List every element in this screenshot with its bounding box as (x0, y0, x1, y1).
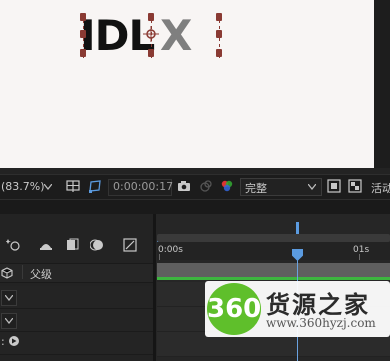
anchor-point-icon[interactable] (143, 26, 159, 42)
resolution-value: 完整 (245, 182, 267, 195)
ruler-tick (359, 254, 360, 260)
show-snapshot-icon[interactable] (199, 179, 213, 193)
column-divider (22, 265, 23, 279)
watermark-url: www.360hyzj.com (266, 316, 376, 330)
parent-select[interactable] (1, 313, 17, 329)
transform-handle[interactable] (148, 49, 154, 57)
pick-whip-icon[interactable] (8, 335, 20, 347)
mask-shape-path-icon[interactable] (88, 179, 102, 193)
transform-handle[interactable] (80, 49, 86, 57)
panel-separator (0, 200, 390, 214)
work-area-start-marker[interactable] (296, 222, 299, 234)
ruler-tick (159, 254, 160, 260)
transform-handle[interactable] (80, 13, 86, 21)
parent-select[interactable] (1, 290, 17, 306)
cube-3d-icon[interactable] (1, 267, 13, 279)
current-time[interactable]: 0:00:00:17 (113, 180, 173, 193)
watermark-site-name: 货源之家 (266, 291, 370, 319)
draft-3d-icon[interactable] (6, 238, 20, 252)
work-area-bar[interactable] (157, 234, 390, 242)
transform-handle[interactable] (80, 30, 86, 38)
region-of-interest-icon[interactable] (327, 179, 341, 193)
chevron-down-icon[interactable] (44, 184, 52, 190)
motion-blur-icon[interactable] (90, 238, 104, 252)
chevron-down-icon[interactable] (5, 295, 13, 301)
transform-handle[interactable] (216, 13, 222, 21)
zoom-level[interactable]: (83.7%) (1, 180, 45, 193)
ruler-label-1s: 01s (353, 245, 370, 255)
layer-columns-header: 父级 (0, 263, 155, 283)
viewer-side-gap (374, 0, 390, 168)
layer-row[interactable] (0, 309, 155, 332)
frame-blending-icon[interactable] (65, 238, 79, 252)
chevron-down-icon[interactable] (5, 318, 13, 324)
grid-guides-icon[interactable] (66, 179, 80, 193)
transform-handle[interactable] (148, 13, 154, 21)
composition-viewer[interactable]: IDL X (0, 0, 374, 168)
transform-handle[interactable] (216, 49, 222, 57)
transform-handle[interactable] (216, 30, 222, 38)
layer-row[interactable]: : (0, 332, 155, 355)
comp-duration-bar[interactable] (157, 263, 390, 277)
color-channels-icon[interactable] (220, 179, 234, 193)
ruler-label-start: 0:00s (158, 245, 183, 255)
render-cache-bar (157, 277, 390, 280)
viewer-toolbar: (83.7%) 0:00:00:17 完整 活动 (0, 174, 390, 200)
timeline-panel-divider[interactable] (153, 214, 156, 361)
parent-column-label: 父级 (30, 268, 52, 281)
camera-snapshot-icon[interactable] (177, 179, 191, 193)
transparency-grid-icon[interactable] (348, 179, 362, 193)
graph-editor-icon[interactable] (123, 238, 137, 252)
shy-layers-icon[interactable] (39, 238, 53, 252)
watermark-logo: 360 (207, 283, 261, 335)
active-camera-select[interactable]: 活动 (371, 180, 390, 196)
property-colon: : (1, 335, 5, 348)
chevron-down-icon[interactable] (308, 184, 316, 190)
logo-text-light: X (160, 11, 192, 60)
layer-row[interactable] (0, 286, 155, 309)
